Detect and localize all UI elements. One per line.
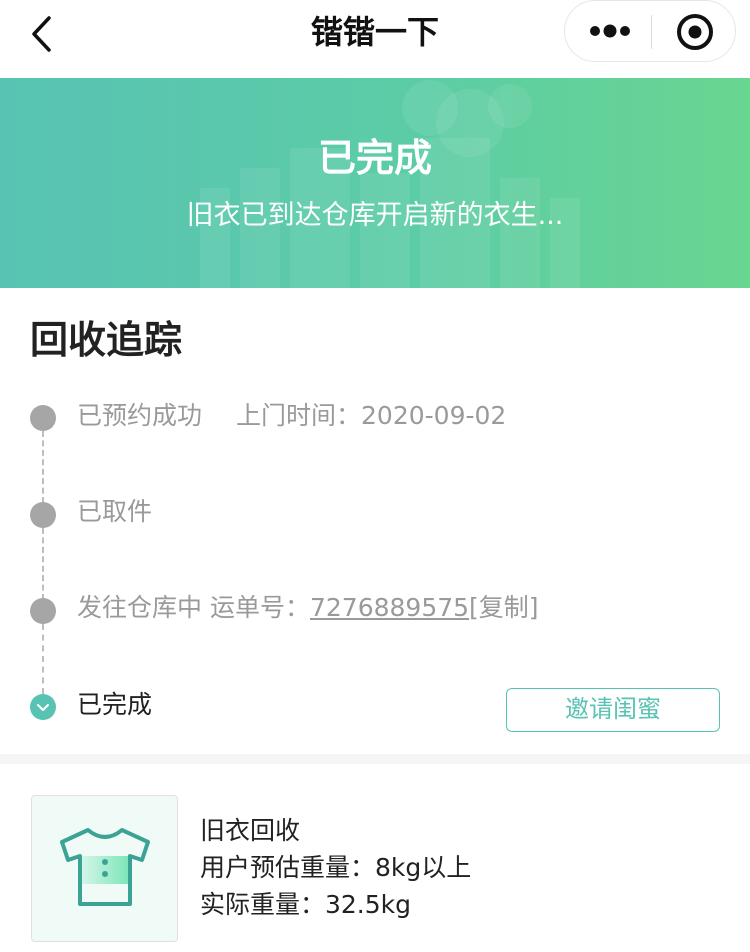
tshirt-icon [60,828,150,906]
capsule-divider [651,15,652,49]
status-banner: 已完成 旧衣已到达仓库开启新的衣生... [0,78,750,288]
pickup-time: 上门时间：2020-09-02 [236,401,507,430]
target-circle-icon [677,14,713,50]
mini-program-capsule [564,0,736,62]
timeline-step: 已完成 [77,687,152,723]
waybill-number-link[interactable]: 7276889575 [310,593,469,622]
more-dots-icon [590,24,630,38]
close-button[interactable] [675,12,715,52]
section-divider [0,754,750,764]
waybill-label: 运单号： [209,593,310,622]
check-icon [37,704,49,711]
timeline-connector [42,624,44,694]
timeline-dot [30,502,56,528]
estimated-weight: 用户预估重量：8kg以上 [200,853,472,882]
step-label: 已预约成功 [77,401,203,430]
city-skyline-illustration [200,80,580,288]
item-info: 旧衣回收 用户预估重量：8kg以上 实际重量：32.5kg [200,812,471,923]
item-name: 旧衣回收 [200,816,301,845]
item-thumbnail [31,795,178,942]
status-title: 已完成 [317,136,432,180]
copy-waybill-link[interactable]: [复制] [469,593,539,622]
invite-friend-button[interactable]: 邀请闺蜜 [506,688,720,732]
tracking-title: 回收追踪 [30,318,183,362]
step-label: 已完成 [77,690,153,719]
timeline-connector [42,528,44,600]
timeline-step: 已预约成功 上门时间：2020-09-02 [77,398,506,434]
timeline-dot [30,598,56,624]
timeline-step: 已取件 [77,494,152,530]
timeline-step: 发往仓库中 运单号：7276889575[复制] [77,590,539,626]
status-subtitle: 旧衣已到达仓库开启新的衣生... [186,200,564,231]
timeline-connector [42,431,44,503]
top-nav-bar: 锴锴一下 [0,0,750,78]
step-label: 已取件 [77,497,153,526]
timeline-dot-current [30,694,56,720]
step-label: 发往仓库中 [77,593,203,622]
timeline-dot [30,405,56,431]
actual-weight: 实际重量：32.5kg [200,890,412,919]
more-button[interactable] [589,19,631,43]
